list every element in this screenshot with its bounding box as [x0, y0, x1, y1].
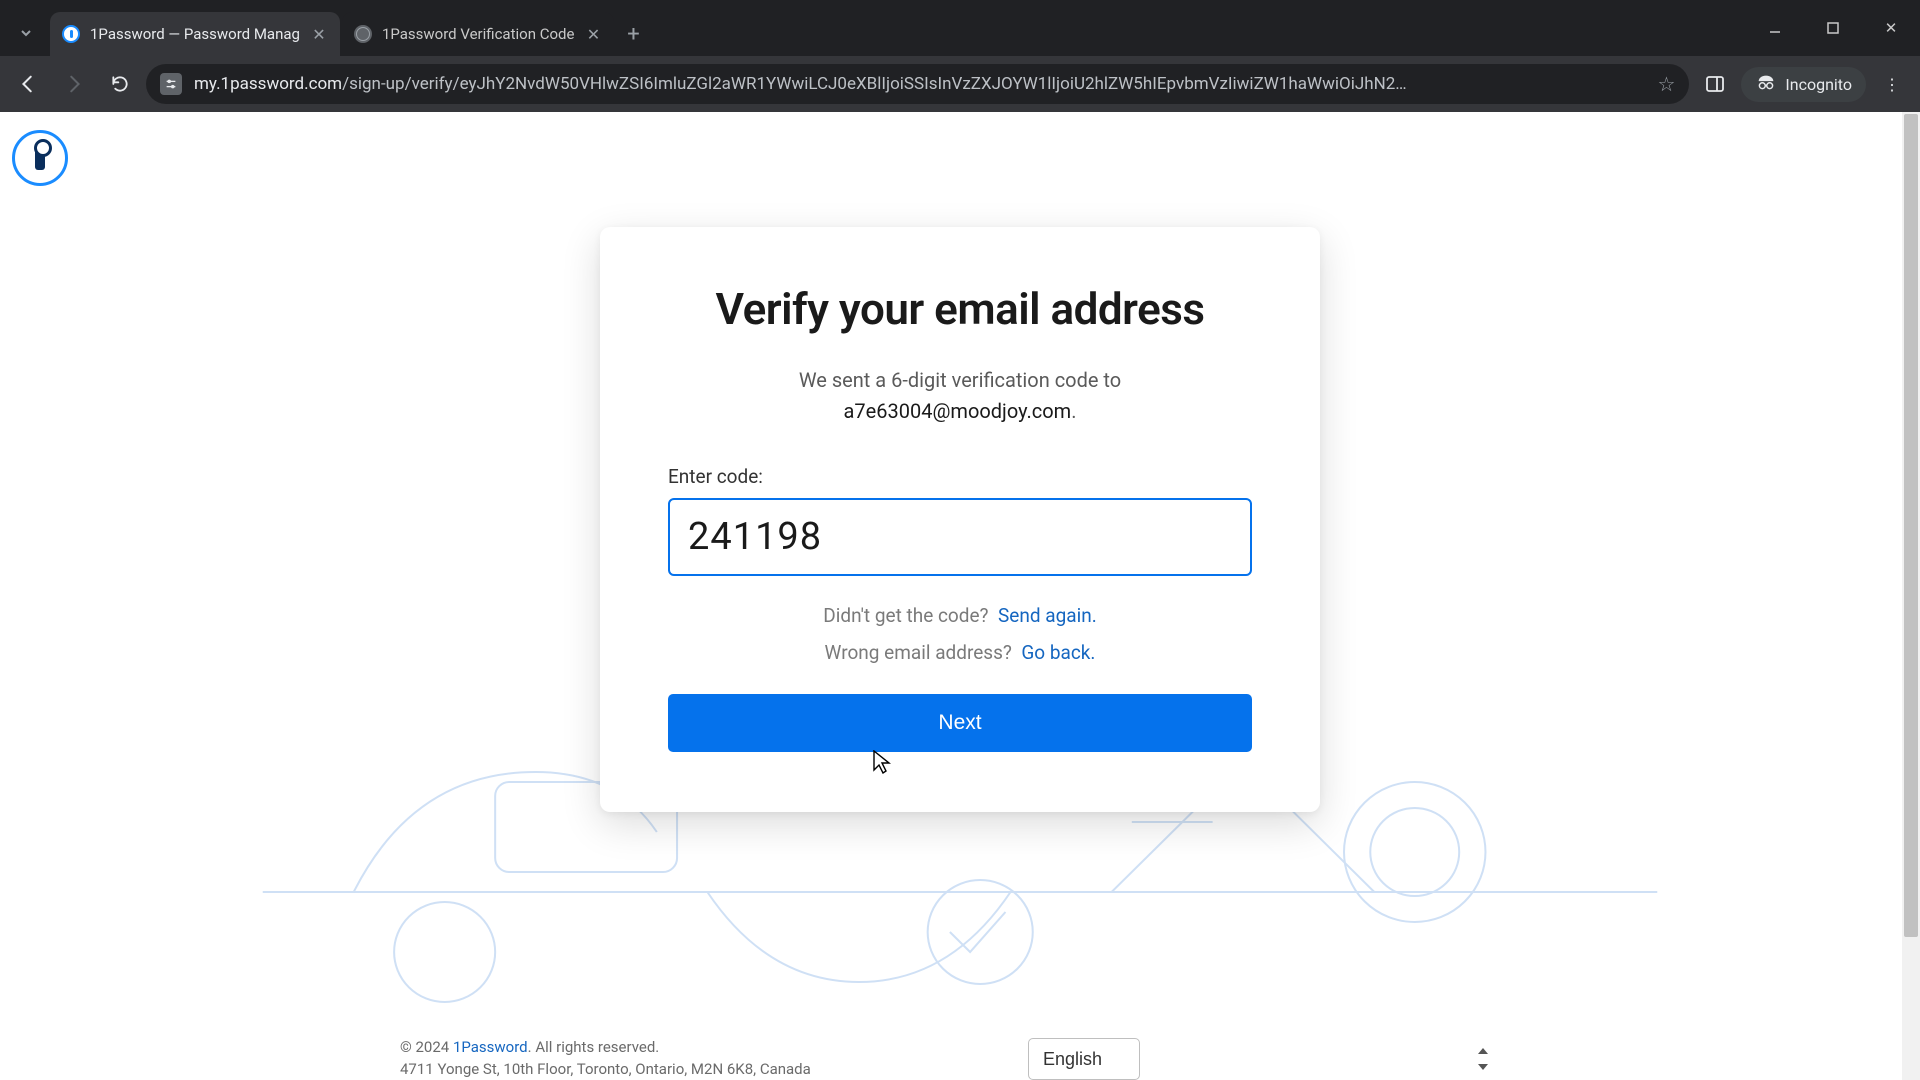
globe-favicon-icon — [354, 25, 372, 43]
incognito-label: Incognito — [1785, 75, 1852, 94]
window-controls: ✕ — [1746, 0, 1920, 56]
close-tab-icon[interactable]: ✕ — [584, 25, 602, 43]
page-footer: © 2024 1Password. All rights reserved. 4… — [0, 1026, 1920, 1080]
minimize-button[interactable] — [1746, 0, 1804, 56]
close-window-button[interactable]: ✕ — [1862, 0, 1920, 56]
bookmark-star-icon[interactable]: ☆ — [1657, 72, 1675, 96]
scrollbar[interactable] — [1902, 112, 1920, 1080]
verification-code-input[interactable] — [668, 498, 1252, 576]
side-panel-icon[interactable] — [1695, 64, 1735, 104]
footer-brand-link[interactable]: 1Password — [453, 1038, 528, 1056]
tab-title: 1Password Verification Code — [382, 25, 575, 43]
incognito-icon — [1755, 73, 1777, 96]
browser-toolbar: my.1password.com/sign-up/verify/eyJhY2Nv… — [0, 56, 1920, 112]
site-settings-icon[interactable] — [160, 73, 182, 95]
key-icon — [35, 146, 45, 170]
url-text: my.1password.com/sign-up/verify/eyJhY2Nv… — [194, 74, 1645, 94]
footer-address: 4711 Yonge St, 10th Floor, Toronto, Onta… — [400, 1060, 811, 1078]
email-address: a7e63004@moodjoy.com — [844, 399, 1072, 423]
new-tab-button[interactable]: + — [616, 17, 650, 51]
resend-row: Didn't get the code? Send again. — [668, 604, 1252, 627]
browser-tab-inactive[interactable]: 1Password Verification Code ✕ — [342, 12, 615, 56]
wrong-email-row: Wrong email address? Go back. — [668, 641, 1252, 664]
reload-button[interactable] — [100, 64, 140, 104]
code-field-label: Enter code: — [668, 465, 1252, 488]
go-back-link[interactable]: Go back. — [1021, 641, 1095, 664]
card-heading: Verify your email address — [668, 283, 1252, 335]
onepassword-logo[interactable] — [12, 130, 68, 186]
card-subtitle: We sent a 6-digit verification code to a… — [668, 365, 1252, 427]
back-button[interactable] — [8, 64, 48, 104]
page-viewport: Verify your email address We sent a 6-di… — [0, 112, 1920, 1080]
address-bar[interactable]: my.1password.com/sign-up/verify/eyJhY2Nv… — [146, 64, 1689, 104]
browser-tab-active[interactable]: 1Password — Password Manag ✕ — [50, 12, 340, 56]
close-tab-icon[interactable]: ✕ — [310, 25, 328, 43]
tab-search-dropdown[interactable] — [8, 15, 44, 51]
language-select[interactable]: English — [1028, 1038, 1140, 1080]
incognito-badge[interactable]: Incognito — [1741, 67, 1866, 102]
forward-button[interactable] — [54, 64, 94, 104]
maximize-button[interactable] — [1804, 0, 1862, 56]
language-select-wrap: English — [1028, 1038, 1500, 1080]
tab-title: 1Password — Password Manag — [90, 25, 300, 43]
chrome-menu-icon[interactable]: ⋮ — [1872, 64, 1912, 104]
copyright-line: © 2024 1Password. All rights reserved. — [400, 1038, 811, 1056]
onepassword-favicon-icon — [62, 25, 80, 43]
verify-card: Verify your email address We sent a 6-di… — [600, 227, 1320, 812]
next-button[interactable]: Next — [668, 694, 1252, 752]
browser-tab-strip: 1Password — Password Manag ✕ 1Password V… — [0, 0, 1920, 56]
send-again-link[interactable]: Send again. — [998, 604, 1097, 627]
